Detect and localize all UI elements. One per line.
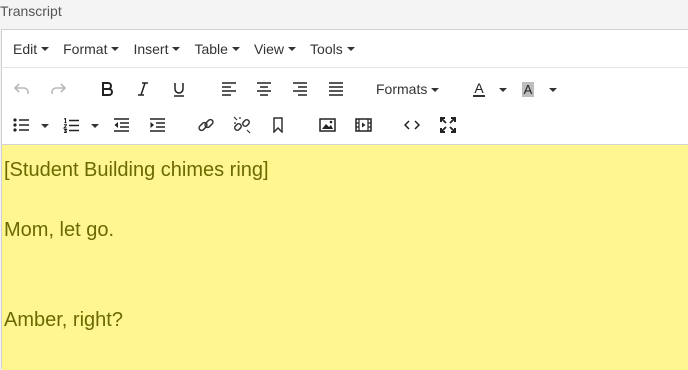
menu-view-label: View: [253, 40, 285, 57]
redo-button[interactable]: [47, 76, 69, 102]
menu-tools[interactable]: Tools: [303, 34, 362, 64]
formats-dropdown[interactable]: Formats: [376, 76, 442, 102]
align-right-icon: [293, 82, 307, 96]
rich-text-editor: Edit Format Insert Table View Tools Form…: [1, 29, 688, 370]
formats-label: Formats: [376, 81, 428, 97]
media-icon: [354, 118, 372, 132]
numbered-list-dropdown[interactable]: [86, 112, 100, 138]
transcript-line: Amber, right?: [4, 309, 123, 331]
bold-icon: [102, 82, 113, 96]
align-left-icon: [222, 82, 236, 96]
bookmark-icon: [273, 117, 283, 133]
menubar: Edit Format Insert Table View Tools: [2, 30, 688, 68]
outdent-icon: [113, 118, 129, 132]
fullscreen-icon: [440, 117, 456, 133]
chevron-down-icon: [288, 47, 297, 51]
chevron-down-icon: [231, 47, 240, 51]
bullet-list-icon: [12, 118, 29, 132]
italic-button[interactable]: [132, 76, 154, 102]
chevron-down-icon: [41, 47, 50, 51]
indent-button[interactable]: [146, 112, 168, 138]
anchor-button[interactable]: [267, 112, 289, 138]
underline-icon: [174, 82, 184, 97]
align-center-icon: [257, 82, 271, 96]
menu-tools-label: Tools: [310, 40, 343, 57]
background-color-icon: A: [521, 81, 535, 97]
align-left-button[interactable]: [218, 76, 240, 102]
menu-format[interactable]: Format: [56, 34, 126, 64]
bullet-list-button[interactable]: [10, 112, 32, 138]
chevron-down-icon: [172, 47, 181, 51]
bold-button[interactable]: [96, 76, 118, 102]
chevron-down-icon: [549, 87, 557, 92]
undo-button[interactable]: [11, 76, 33, 102]
remove-link-button[interactable]: [231, 112, 253, 138]
background-color-dropdown[interactable]: [544, 76, 558, 102]
link-icon: [198, 118, 214, 132]
chevron-down-icon: [431, 87, 440, 92]
text-color-icon: A: [473, 79, 485, 97]
underline-button[interactable]: [168, 76, 190, 102]
menu-table-label: Table: [194, 40, 228, 57]
align-justify-icon: [329, 82, 343, 96]
chevron-down-icon: [41, 123, 49, 128]
align-right-button[interactable]: [289, 76, 311, 102]
redo-icon: [51, 83, 66, 94]
align-center-button[interactable]: [253, 76, 275, 102]
bullet-list-dropdown[interactable]: [36, 112, 50, 138]
text-color-dropdown[interactable]: [494, 76, 508, 102]
indent-icon: [149, 118, 165, 132]
chevron-down-icon: [111, 47, 120, 51]
chevron-down-icon: [346, 47, 355, 51]
menu-edit[interactable]: Edit: [6, 34, 56, 64]
menu-format-label: Format: [63, 40, 108, 57]
italic-icon: [138, 82, 148, 96]
toolbar: Formats A A: [2, 69, 688, 145]
insert-media-button[interactable]: [352, 112, 374, 138]
insert-image-button[interactable]: [316, 112, 338, 138]
menu-table[interactable]: Table: [187, 34, 246, 64]
chevron-down-icon: [499, 87, 507, 92]
unlink-icon: [233, 116, 251, 134]
image-icon: [318, 118, 336, 132]
undo-icon: [14, 83, 29, 94]
outdent-button[interactable]: [110, 112, 132, 138]
fullscreen-button[interactable]: [437, 112, 459, 138]
menu-view[interactable]: View: [247, 34, 303, 64]
numbered-list-icon: [62, 117, 79, 133]
chevron-down-icon: [91, 123, 99, 128]
menu-insert-label: Insert: [133, 40, 169, 57]
background-color-button[interactable]: A: [517, 76, 539, 102]
insert-link-button[interactable]: [195, 112, 217, 138]
text-color-button[interactable]: A: [468, 76, 490, 102]
source-code-icon: [404, 120, 420, 130]
numbered-list-button[interactable]: [60, 112, 82, 138]
menu-edit-label: Edit: [13, 40, 38, 57]
source-code-button[interactable]: [401, 112, 423, 138]
editor-content-area[interactable]: [Student Building chimes ring] Mom, let …: [2, 145, 688, 370]
transcript-label: Transcript: [0, 3, 62, 19]
transcript-line: Mom, let go.: [4, 219, 115, 241]
transcript-line: [Student Building chimes ring]: [4, 159, 269, 181]
align-justify-button[interactable]: [325, 76, 347, 102]
menu-insert[interactable]: Insert: [126, 34, 187, 64]
